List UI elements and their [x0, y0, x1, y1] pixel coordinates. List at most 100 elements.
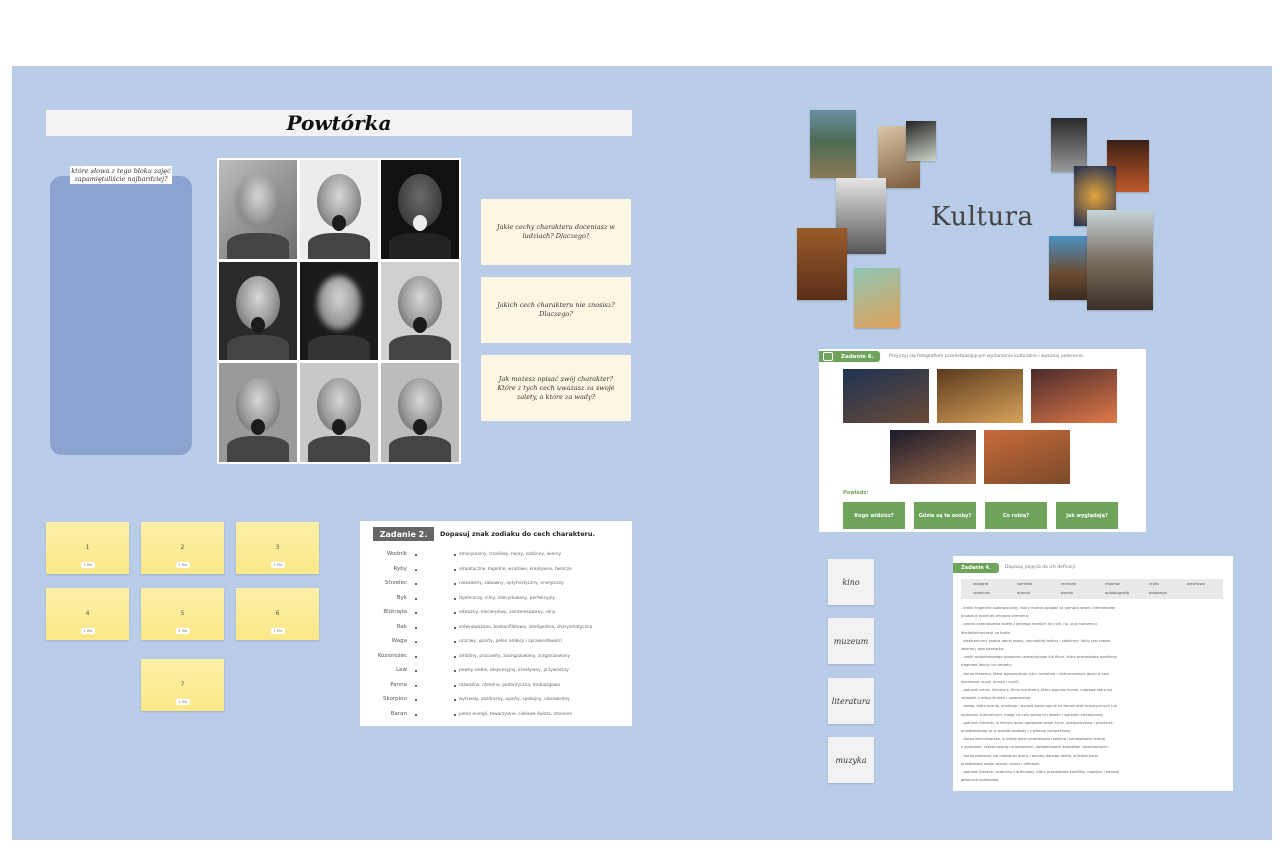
match-dot-right[interactable] — [454, 655, 456, 658]
exercise-6-card[interactable]: Zadanie 6. Przyjrzyj się fotografiom prz… — [819, 349, 1146, 532]
sticky-note-7[interactable]: 71 file — [141, 659, 224, 711]
sticky-note-4[interactable]: 41 file — [46, 588, 129, 640]
photo-laughing-woman — [381, 261, 459, 361]
file-tag[interactable]: 1 file — [271, 562, 285, 568]
word-card-muzyka[interactable]: muzyka — [828, 737, 874, 783]
match-dot-left[interactable] — [415, 713, 417, 716]
exercise-badge: Zadanie 2. — [373, 527, 434, 541]
match-dot-right[interactable] — [454, 699, 456, 701]
photo-yelling-woman — [381, 363, 459, 462]
trait-text: zrównoważona, bezkonfliktowa, inteligent… — [459, 624, 593, 630]
zodiac-sign: Baran — [390, 710, 407, 717]
word-card-literatura[interactable]: literatura — [828, 678, 874, 724]
sticky-note-2[interactable]: 21 file — [141, 522, 224, 574]
trait-text: rozważna, rzetelna, pedantyczna, drobiaz… — [459, 682, 561, 688]
definition-line: filmów/ekranizacji na bazie; — [961, 630, 1011, 635]
zodiac-row: Koziorożec ambitny, pracowity, zaangażowa… — [360, 653, 632, 663]
sticky-note-1[interactable]: 11 file — [46, 522, 129, 574]
zodiac-sign: Koziorożec — [377, 652, 407, 659]
definition-line: - gatunek literacki, teatralny lub filmo… — [961, 770, 1119, 774]
match-dot-left[interactable] — [415, 626, 417, 629]
photo-theatre — [890, 430, 976, 484]
task-icon — [823, 352, 833, 361]
word-bank-item: liryka — [1149, 582, 1159, 586]
match-dot-left[interactable] — [415, 583, 417, 585]
zodiac-row: Rak zrównoważona, bezkonfliktowa, intelig… — [360, 624, 632, 634]
question-card-2[interactable]: Jakich cech charakteru nie znosisz? Dlac… — [481, 277, 631, 343]
zodiac-row: Ryby empatyczne, łagodne, wrażliwe, kreat… — [360, 566, 632, 576]
file-tag[interactable]: 1 file — [81, 562, 95, 568]
match-dot-left[interactable] — [415, 684, 417, 687]
word-bank-item: autobiografia — [1105, 591, 1129, 595]
trait-text: odważny, niecierpliwy, zainteresowany, s… — [459, 610, 556, 615]
zodiac-row: Bliźnięta odważny, niecierpliwy, zaintere… — [360, 609, 632, 619]
match-dot-right[interactable] — [454, 641, 456, 643]
match-dot-left[interactable] — [415, 554, 417, 556]
exercise-instruction: Dopasuj pojęcia do ich definicji. — [1005, 565, 1077, 570]
match-dot-right[interactable] — [454, 684, 456, 687]
collage-photo-lanterns — [854, 268, 900, 328]
match-dot-left[interactable] — [415, 597, 417, 600]
sticky-note-6[interactable]: 61 file — [236, 588, 319, 640]
zodiac-row: Skorpion wytrwały, zazdrosny, uparty, spo… — [360, 696, 632, 706]
question-card-3[interactable]: Jak możesz opisać swój charakter? Które … — [481, 355, 631, 421]
trait-text: tajemniczy, silny, zdecydowany, perfekcy… — [459, 595, 555, 601]
match-dot-right[interactable] — [454, 554, 456, 556]
word-bank-item: komedia — [1017, 582, 1033, 586]
word-bank-item: sceaknon — [973, 591, 991, 595]
word-card-kino[interactable]: kino — [828, 559, 874, 605]
file-tag[interactable]: 1 file — [81, 628, 95, 634]
photo-shouting-man — [381, 160, 459, 259]
exercise-instruction: Dopasuj znak zodiaku do cech charakteru. — [440, 530, 595, 538]
word-bank-item: dramat — [1017, 591, 1031, 595]
sticky-note-3[interactable]: 31 file — [236, 522, 319, 574]
exercise-2-card[interactable]: Zadanie 2. Dopasuj znak zodiaku do cech … — [360, 521, 632, 726]
file-tag[interactable]: 1 file — [271, 628, 285, 634]
word-card-muzeum[interactable]: muzeum — [828, 618, 874, 664]
prompt-button-what[interactable]: Co robią? — [985, 502, 1047, 529]
definition-line: - gatunek sztuki, literatury, filmu lub … — [961, 688, 1113, 692]
sticky-note-5[interactable]: 51 file — [141, 588, 224, 640]
definition-line: - krótki fragment audiowizualny, który m… — [961, 606, 1116, 610]
file-tag[interactable]: 1 file — [176, 562, 190, 568]
exercise-4-card[interactable]: Zadanie 4. Dopasuj pojęcia do ich defini… — [953, 556, 1233, 791]
match-dot-right[interactable] — [454, 713, 456, 716]
definition-line: zbierany jako pamiątka; — [961, 647, 1005, 651]
match-dot-right[interactable] — [454, 583, 456, 585]
trait-text: ambitny, pracowity, zaangażowany, zorgan… — [459, 653, 570, 659]
match-dot-left[interactable] — [415, 699, 417, 701]
match-dot-right[interactable] — [454, 597, 456, 600]
match-dot-left[interactable] — [415, 612, 417, 614]
match-dot-left[interactable] — [415, 655, 417, 658]
match-dot-left[interactable] — [415, 568, 417, 571]
definition-line: wywołać u widza śmiech i rozbawienie; — [961, 696, 1032, 701]
zodiac-row: Waga uczciwy, uparty, pełen ambicji i spr… — [360, 638, 632, 648]
question-card-1[interactable]: Jakie cechy charakteru doceniasz w ludzi… — [481, 199, 631, 265]
match-dot-left[interactable] — [415, 641, 417, 643]
trait-text: emocjonalny, troskliwy, hojny, rodzinny,… — [459, 552, 562, 557]
word-bank-item: aktorstwo — [1187, 582, 1205, 586]
prompt-button-how[interactable]: Jak wyglądają? — [1056, 502, 1118, 529]
word-panel[interactable] — [50, 176, 192, 455]
file-tag[interactable]: 1 file — [176, 628, 190, 634]
photo-museum — [937, 369, 1023, 423]
zodiac-sign: Skorpion — [383, 696, 407, 702]
emotion-photo-grid[interactable] — [217, 158, 461, 464]
match-dot-right[interactable] — [454, 626, 456, 629]
prompt-button-who[interactable]: Kogo widzisz? — [843, 502, 905, 529]
definition-line: głównych bohaterów. — [961, 778, 1000, 783]
match-dot-right[interactable] — [454, 670, 456, 672]
photo-angry-man — [219, 363, 297, 462]
match-dot-left[interactable] — [415, 670, 417, 672]
definition-line: wyrażenia uczuć, emocji i myśli; — [961, 679, 1020, 684]
file-tag[interactable]: 1 file — [176, 699, 190, 705]
match-dot-right[interactable] — [454, 612, 456, 614]
zodiac-sign: Bliźnięta — [383, 609, 407, 615]
definition-line: - gatunek literacki, w którym autor opow… — [961, 720, 1114, 725]
definition-line: - proces przenoszenia dzieła z jednego m… — [961, 622, 1097, 627]
zodiac-row: Strzelec niezależny, zabawny, optymistycz… — [360, 580, 632, 590]
definition-line: - osoba, która ocenia, analizuje i wyraż… — [961, 704, 1117, 709]
photo-concert — [1031, 369, 1117, 423]
match-dot-right[interactable] — [454, 568, 456, 571]
prompt-button-where[interactable]: Gdzie są ta osoby? — [914, 502, 976, 529]
